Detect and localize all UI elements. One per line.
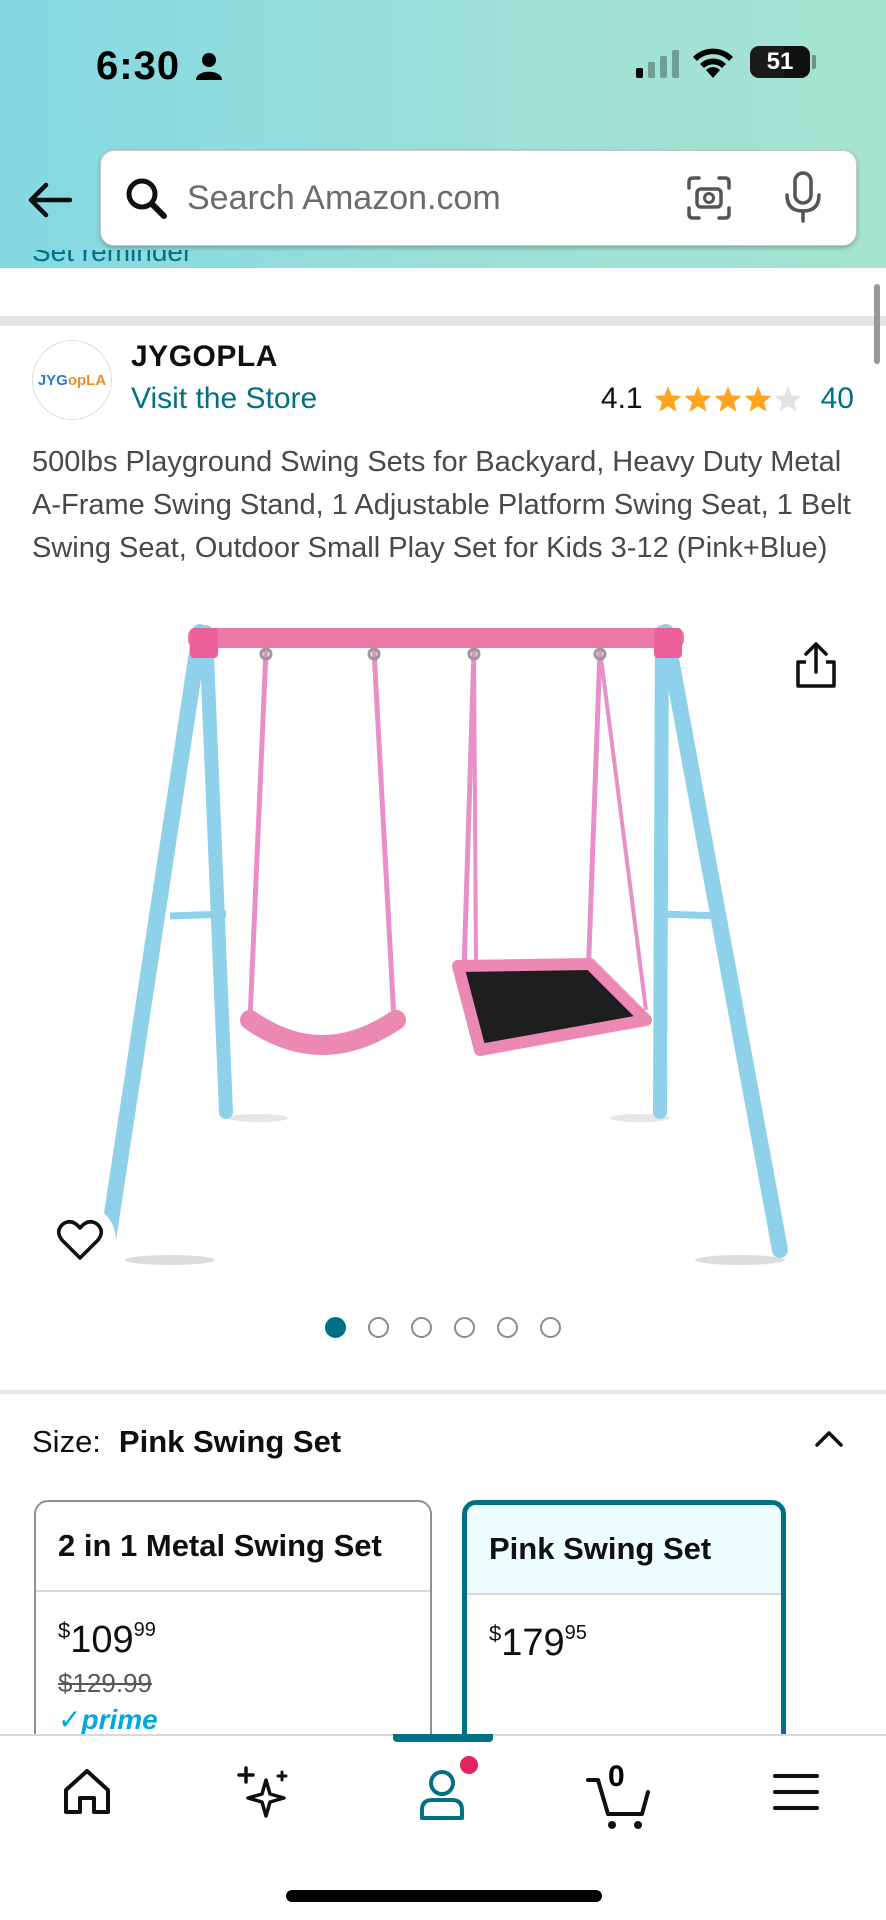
star-icon <box>684 386 712 412</box>
brand-logo[interactable]: JYG opLA <box>32 340 112 420</box>
share-icon[interactable] <box>792 640 840 690</box>
gallery-dot[interactable] <box>454 1317 475 1338</box>
gallery-dot[interactable] <box>411 1317 432 1338</box>
battery-tip <box>812 55 816 69</box>
account-icon[interactable] <box>414 1766 470 1822</box>
wishlist-button[interactable] <box>44 1204 116 1276</box>
gallery-dot[interactable] <box>540 1317 561 1338</box>
size-option-price: $10999 <box>58 1618 156 1661</box>
size-option-card[interactable]: 2 in 1 Metal Swing Set $10999 $129.99 ✓p… <box>34 1500 432 1750</box>
star-empty-icon <box>774 386 802 412</box>
size-label: Size: <box>32 1424 101 1459</box>
cellular-signal-icon <box>636 50 679 78</box>
star-rating <box>653 385 803 413</box>
heart-icon <box>57 1220 103 1260</box>
back-arrow-icon[interactable] <box>26 176 74 224</box>
search-input[interactable]: Search Amazon.com <box>187 179 501 218</box>
header: 6:30 51 Search Amazon.com <box>0 0 886 268</box>
prime-badge: ✓prime <box>58 1704 158 1735</box>
gallery-pagination <box>0 1317 886 1338</box>
search-row: Search Amazon.com <box>0 150 886 246</box>
sparkle-icon[interactable] <box>236 1766 292 1822</box>
battery-level: 51 <box>766 48 794 75</box>
status-time: 6:30 <box>96 44 181 88</box>
size-option-list-price: $129.99 <box>58 1668 152 1698</box>
cart-count: 0 <box>608 1760 625 1793</box>
size-option-price: $17995 <box>489 1621 587 1664</box>
status-bar: 6:30 51 <box>0 40 886 90</box>
battery-icon: 51 <box>750 46 810 78</box>
set-reminder-link[interactable]: Set reminder <box>32 250 192 268</box>
chevron-up-icon[interactable] <box>812 1422 846 1456</box>
gallery-dot[interactable] <box>368 1317 389 1338</box>
menu-icon[interactable] <box>772 1772 820 1812</box>
active-tab-indicator <box>393 1734 493 1742</box>
gallery-dot[interactable] <box>497 1317 518 1338</box>
size-option-name: 2 in 1 Metal Swing Set <box>36 1502 430 1592</box>
rating-summary[interactable]: 4.1 40 <box>601 382 854 416</box>
camera-lens-icon[interactable] <box>686 175 732 221</box>
product-image[interactable] <box>0 610 886 1290</box>
star-icon <box>654 386 682 412</box>
star-icon <box>744 386 772 412</box>
visit-store-link[interactable]: Visit the Store <box>131 382 317 416</box>
search-bar[interactable]: Search Amazon.com <box>100 150 857 246</box>
notification-badge <box>460 1756 478 1774</box>
gallery-dot[interactable] <box>325 1317 346 1338</box>
home-indicator[interactable] <box>286 1890 602 1902</box>
product-title: 500lbs Playground Swing Sets for Backyar… <box>32 446 851 564</box>
home-icon[interactable] <box>60 1766 114 1818</box>
rating-value: 4.1 <box>600 382 643 415</box>
bottom-nav: 0 <box>0 1734 886 1920</box>
brand-name: JYGOPLA <box>131 340 278 373</box>
star-icon <box>714 386 742 412</box>
review-count-link[interactable]: 40 <box>821 382 854 416</box>
size-option-card-selected[interactable]: Pink Swing Set $17995 <box>462 1500 786 1750</box>
person-icon <box>196 53 222 80</box>
wifi-icon <box>693 48 733 78</box>
size-selector-header[interactable]: Size: Pink Swing Set <box>32 1424 341 1460</box>
search-icon <box>126 178 167 219</box>
scrollbar[interactable] <box>874 284 880 364</box>
section-divider <box>0 316 886 326</box>
size-selected-value: Pink Swing Set <box>118 1424 342 1459</box>
section-divider <box>0 1390 886 1394</box>
microphone-icon[interactable] <box>783 171 823 223</box>
size-option-name: Pink Swing Set <box>467 1505 781 1595</box>
